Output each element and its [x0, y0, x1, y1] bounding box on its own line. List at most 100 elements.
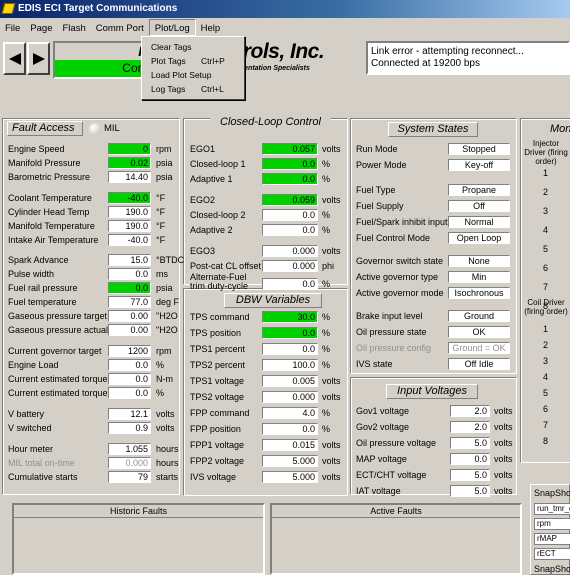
fault-row-label: Gaseous pressure actual — [8, 325, 109, 335]
menu-comm-port[interactable]: Comm Port — [91, 20, 149, 37]
menu-plot-log[interactable]: Plot/Log — [148, 19, 196, 36]
snapshot-item[interactable]: rMAP — [534, 533, 570, 545]
closed-loop-row-unit: volts — [322, 144, 341, 154]
menu-item-log-tags[interactable]: Log Tags — [151, 83, 185, 95]
fault-row-label: Spark Advance — [8, 255, 69, 265]
closed-loop-row-unit: % — [322, 210, 331, 220]
dbw-row-unit: % — [322, 424, 331, 434]
menu-item-plot-tags[interactable]: Plot Tags — [151, 55, 186, 67]
fault-row-unit: hours — [156, 458, 179, 468]
dbw-row-label: FPP1 voltage — [190, 440, 245, 450]
dbw-row-unit: volts — [322, 376, 341, 386]
fault-row-label: Coolant Temperature — [8, 193, 92, 203]
injector-number: 7 — [543, 282, 549, 292]
fault-row-value: 190.0 — [108, 220, 151, 232]
back-button[interactable] — [3, 42, 26, 75]
closed-loop-row-label: Closed-loop 1 — [190, 159, 246, 169]
fault-row-unit: "H2O — [156, 311, 178, 321]
dbw-row-unit: % — [322, 344, 331, 354]
dbw-row-value: 4.0 — [262, 407, 318, 419]
menu-file[interactable]: File — [0, 20, 25, 37]
monitor-title: Moni — [550, 123, 570, 135]
fault-row-unit: deg F — [156, 297, 180, 307]
fault-row-unit: °F — [156, 235, 166, 245]
input-voltage-label: Gov2 voltage — [356, 422, 410, 432]
fault-row-value: 0.00 — [108, 310, 151, 322]
snapshot-title-2: SnapSho — [534, 564, 570, 574]
input-voltage-value: 2.0 — [450, 421, 490, 433]
injector-number: 4 — [543, 225, 549, 235]
fault-row-label: Fuel temperature — [8, 297, 77, 307]
closed-loop-row-label: Adaptive 2 — [190, 225, 233, 235]
snapshot-item[interactable]: rpm — [534, 518, 570, 530]
dbw-row-label: FPP command — [190, 408, 250, 418]
forward-button[interactable] — [27, 42, 50, 75]
closed-loop-row-label: EGO1 — [190, 144, 216, 154]
fault-row-value: 1200 — [108, 345, 151, 357]
snapshot-panel: SnapSho run_tmr_c rpm rMAP rECT SnapSho — [530, 484, 570, 575]
link-error-message: Link error - attempting reconnect... Con… — [366, 41, 570, 75]
dbw-row-value: 0.005 — [262, 375, 318, 387]
input-voltage-unit: volts — [494, 470, 513, 480]
closed-loop-row-value: 0.059 — [262, 194, 318, 206]
dbw-row-label: TPS command — [190, 312, 250, 322]
snapshot-title: SnapSho — [534, 488, 570, 498]
fault-row-unit: % — [156, 360, 165, 370]
input-voltage-unit: volts — [494, 438, 513, 448]
closed-loop-row-unit: phi — [322, 261, 335, 271]
dbw-row-unit: % — [322, 328, 331, 338]
menu-page[interactable]: Page — [25, 20, 57, 37]
menu-flash[interactable]: Flash — [58, 20, 91, 37]
coil-number: 6 — [543, 404, 549, 414]
fault-row-unit: starts — [156, 472, 179, 482]
menu-item-load-plot-setup[interactable]: Load Plot Setup — [151, 69, 212, 81]
fault-row-value: 15.0 — [108, 254, 151, 266]
input-voltage-unit: volts — [494, 422, 513, 432]
dbw-row-label: FPP position — [190, 424, 241, 434]
dbw-row-unit: % — [322, 408, 331, 418]
snapshot-item[interactable]: rECT — [534, 548, 570, 560]
system-state-label: Active governor type — [356, 272, 439, 282]
system-states-title: System States — [388, 122, 478, 137]
input-voltage-value: 0.0 — [450, 453, 490, 465]
snapshot-item[interactable]: run_tmr_c — [534, 503, 570, 515]
fault-row-label: Engine Load — [8, 360, 59, 370]
dbw-row-value: 5.000 — [262, 471, 318, 483]
system-state-value: Ground = OK — [448, 342, 510, 354]
dbw-row-value: 5.000 — [262, 455, 318, 467]
historic-faults-panel[interactable]: Historic Faults — [12, 503, 265, 575]
app-icon — [1, 3, 16, 14]
fault-row-value: 0.000 — [108, 457, 151, 469]
coil-number: 5 — [543, 388, 549, 398]
dbw-row-value: 0.015 — [262, 439, 318, 451]
menu-item-clear-tags[interactable]: Clear Tags — [151, 41, 191, 53]
dbw-row-value: 0.0 — [262, 327, 318, 339]
fault-row-label: Engine Speed — [8, 144, 65, 154]
fault-row-unit: N-m — [156, 374, 173, 384]
injector-number: 6 — [543, 263, 549, 273]
dbw-row-value: 0.0 — [262, 423, 318, 435]
fault-row-value: 0.0 — [108, 373, 151, 385]
fault-row-unit: % — [156, 388, 165, 398]
fault-row-label: V switched — [8, 423, 52, 433]
fault-row-value: 14.40 — [108, 171, 151, 183]
system-state-value: Propane — [448, 184, 510, 196]
menu-help[interactable]: Help — [196, 20, 226, 37]
fault-row-label: Cumulative starts — [8, 472, 78, 482]
closed-loop-row-value: 0.057 — [262, 143, 318, 155]
fault-row-unit: °BTDC — [156, 255, 185, 265]
dbw-title: DBW Variables — [224, 293, 322, 308]
system-state-label: Brake input level — [356, 311, 423, 321]
closed-loop-row-unit: volts — [322, 195, 341, 205]
fault-row-label: Current governor target — [8, 346, 102, 356]
active-faults-panel[interactable]: Active Faults — [270, 503, 522, 575]
system-state-value: None — [448, 255, 510, 267]
fault-row-value: 1.055 — [108, 443, 151, 455]
coil-number: 4 — [543, 372, 549, 382]
dbw-row-value: 100.0 — [262, 359, 318, 371]
dbw-row-label: FPP2 voltage — [190, 456, 245, 466]
coil-number: 2 — [543, 340, 549, 350]
fault-access-button[interactable]: Fault Access — [7, 121, 83, 136]
fault-row-label: Pulse width — [8, 269, 55, 279]
system-state-value: Ground — [448, 310, 510, 322]
